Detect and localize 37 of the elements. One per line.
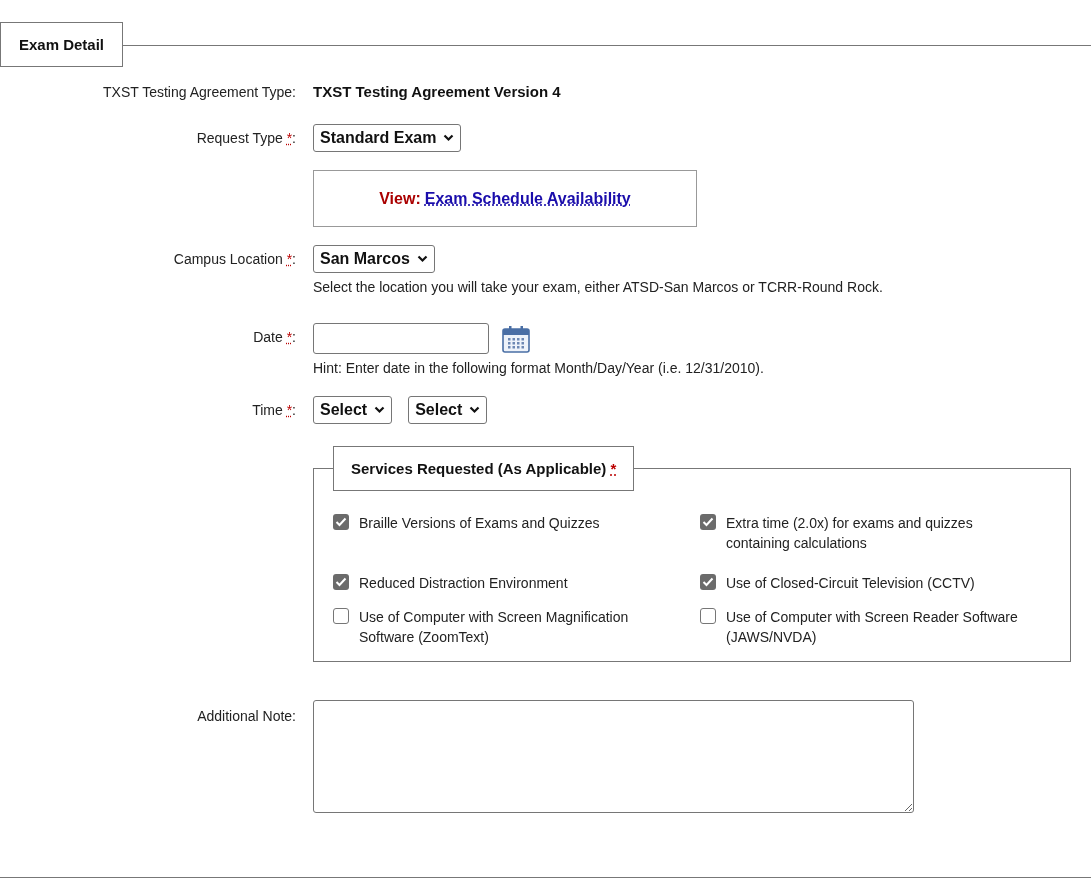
- field-label: Request Type *:: [196, 130, 296, 146]
- hint-text: Select the location you will take your exam, either ATSD-San Marcos or TCRR-Round Rock.: [313, 278, 884, 297]
- dropdown[interactable]: Standard Exam: [313, 124, 462, 152]
- checkbox-label: Braille Versions of Exams and Quizzes: [359, 514, 600, 533]
- checkbox[interactable]: [700, 514, 716, 530]
- checkbox-label: Reduced Distraction Environment: [359, 574, 568, 593]
- checkbox-label: Extra time (2.0x) for exams and quizzes containing calculations: [726, 514, 974, 553]
- calendar-icon[interactable]: [501, 323, 531, 354]
- date-field[interactable]: [313, 323, 489, 354]
- dropdown[interactable]: Select: [408, 396, 488, 424]
- checkbox[interactable]: [700, 608, 716, 624]
- field-label: Time *:: [252, 402, 296, 418]
- field-label: Date *:: [253, 329, 296, 345]
- field-label: Campus Location *:: [173, 251, 296, 267]
- dropdown[interactable]: Select: [313, 396, 393, 424]
- required-mark: *: [610, 460, 617, 477]
- checkbox[interactable]: [333, 574, 349, 590]
- checkbox-label: Use of Computer with Screen Magnification Software (ZoomText): [359, 608, 630, 647]
- chevron-icon: [443, 134, 455, 142]
- checkbox[interactable]: [333, 514, 349, 530]
- group-title: Services Requested (As Applicable) *: [333, 446, 635, 491]
- checkbox-label: Use of Closed-Circuit Television (CCTV): [726, 574, 975, 593]
- hint-text: Hint: Enter date in the following format Month/Day/Year (i.e. 12/31/2010).: [313, 359, 765, 378]
- chevron-icon: [374, 406, 386, 414]
- checkbox[interactable]: [333, 608, 349, 624]
- schedule-link[interactable]: Exam Schedule Availability: [424, 189, 631, 208]
- checkbox-label: Use of Computer with Screen Reader Software (JAWS/NVDA): [726, 608, 1019, 647]
- field-label: TXST Testing Agreement Type:: [103, 84, 296, 100]
- field-label: Additional Note:: [197, 708, 296, 724]
- chevron-icon: [416, 255, 428, 263]
- link-prefix: View:: [379, 189, 421, 208]
- note-field[interactable]: [313, 700, 914, 813]
- dropdown[interactable]: San Marcos: [313, 245, 435, 273]
- section-title: Exam Detail: [0, 22, 124, 67]
- checkbox[interactable]: [700, 574, 716, 590]
- field-value: TXST Testing Agreement Version 4: [313, 83, 561, 100]
- chevron-icon: [469, 406, 481, 414]
